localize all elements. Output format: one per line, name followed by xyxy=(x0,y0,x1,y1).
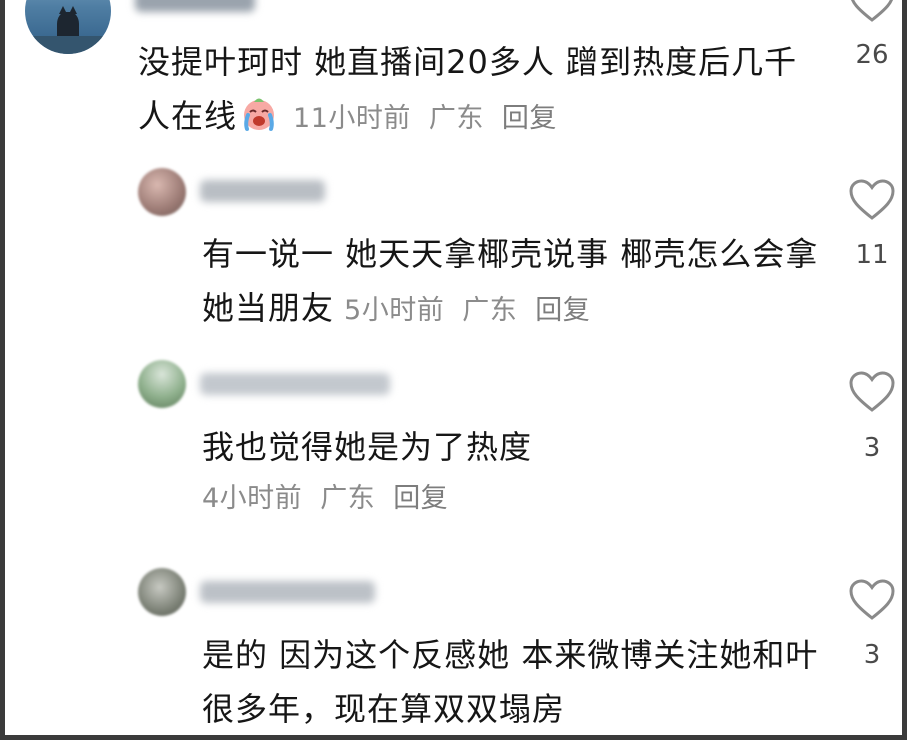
reply-text: 是的 因为这个反感她 本来微博关注她和叶很多年，现在算双双塌房 xyxy=(202,636,819,728)
like-icon[interactable] xyxy=(848,370,896,414)
reply-avatar[interactable] xyxy=(138,568,186,616)
reply-time: 5小时前 xyxy=(344,295,445,326)
reply-location: 广东 xyxy=(462,295,518,326)
crying-laughing-emoji-icon xyxy=(239,93,279,133)
comment-time: 11小时前 xyxy=(293,103,411,134)
like-count: 3 xyxy=(863,433,881,463)
blurred-username xyxy=(200,581,375,603)
comment-thread: 没提叶珂时 她直播间20多人 蹭到热度后几千人在线 11小时前 广东 回复 26 有… xyxy=(0,0,907,740)
reply-button[interactable]: 回复 xyxy=(535,295,590,326)
like-count: 3 xyxy=(863,640,881,670)
commenter-avatar[interactable] xyxy=(25,0,111,54)
like-icon[interactable] xyxy=(848,578,896,622)
reply-location: 广东 xyxy=(320,483,376,514)
blurred-username xyxy=(200,373,390,395)
reply-avatar[interactable] xyxy=(138,360,186,408)
reply-meta: 4小时前 广东 回复 xyxy=(202,476,448,515)
comment-location: 广东 xyxy=(428,103,484,134)
blurred-username xyxy=(135,0,255,12)
reply-text: 有一说一 她天天拿椰壳说事 椰壳怎么会拿她当朋友 5小时前 广东 回复 xyxy=(202,235,819,327)
reply-time: 4小时前 xyxy=(202,483,303,514)
reply-button[interactable]: 回复 xyxy=(393,483,448,514)
comment-text: 没提叶珂时 她直播间20多人 蹭到热度后几千人在线 11小时前 广东 回复 xyxy=(138,43,798,135)
reply-avatar[interactable] xyxy=(138,168,186,216)
like-count: 11 xyxy=(855,240,889,270)
like-icon[interactable] xyxy=(848,0,896,24)
reply-text: 我也觉得她是为了热度 xyxy=(202,428,533,466)
like-icon[interactable] xyxy=(848,178,896,222)
reply-button[interactable]: 回复 xyxy=(502,103,557,134)
like-count: 26 xyxy=(855,40,889,70)
blurred-username xyxy=(200,180,325,202)
